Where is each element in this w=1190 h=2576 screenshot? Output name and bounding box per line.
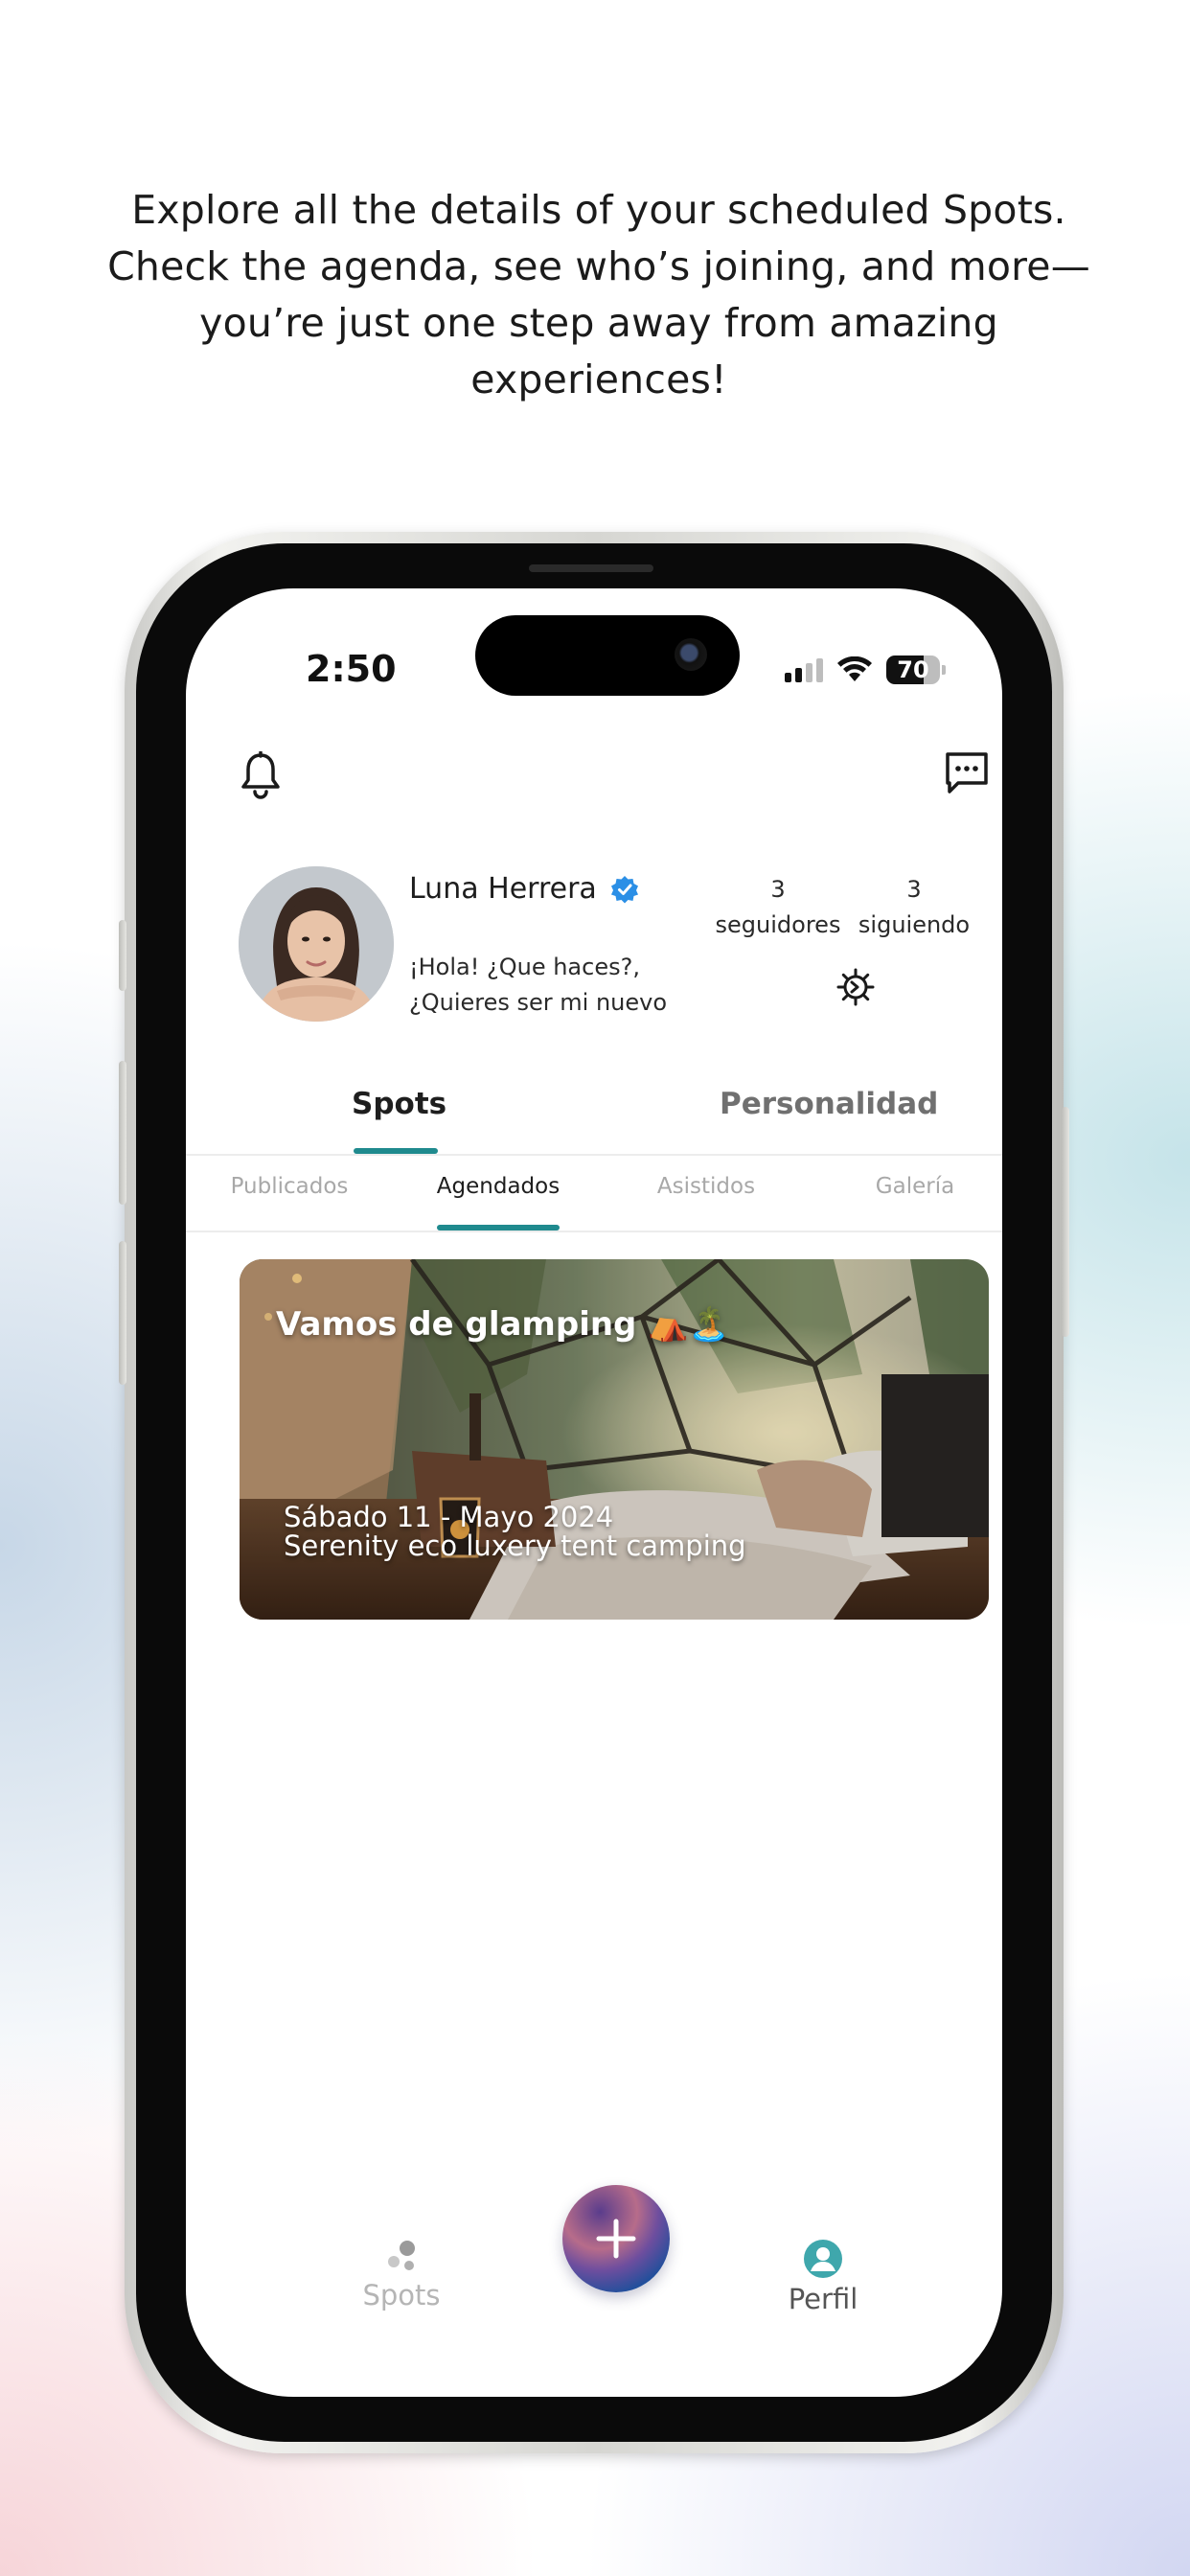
profile-bio: ¡Hola! ¿Que haces?, ¿Quieres ser mi nuev… [409,950,697,1021]
avatar[interactable] [239,866,394,1022]
followers-count: 3 [770,876,786,903]
status-time: 2:50 [306,648,397,690]
spots-icon [388,2241,415,2270]
front-camera [675,638,707,671]
following-stat[interactable]: 3 siguiendo [847,872,981,943]
app-screen: 2:50 70 Luna Herrera ¡Hola! ¿Que haces?,… [186,588,1002,2397]
spot-card-date: Sábado 11 - Mayo 2024 [284,1501,614,1533]
avatar-photo [239,866,394,1022]
volume-down-button [119,1241,126,1385]
gear-icon[interactable] [835,967,876,1007]
spot-card-title: Vamos de glamping ⛺🏝️ [276,1305,729,1344]
nav-spots-label: Spots [362,2279,441,2312]
following-count: 3 [906,876,922,903]
tab-personalidad[interactable]: Personalidad [720,1087,938,1121]
subtab-publicados[interactable]: Publicados [203,1174,376,1199]
profile-name: Luna Herrera [409,872,597,906]
spot-card[interactable]: Vamos de glamping ⛺🏝️ Sábado 11 - Mayo 2… [240,1259,989,1620]
cellular-signal-icon [785,657,823,682]
nav-profile[interactable]: Perfil [751,2239,895,2315]
nav-spots[interactable]: Spots [330,2239,473,2312]
nav-profile-label: Perfil [788,2283,858,2315]
phone-frame: 2:50 70 Luna Herrera ¡Hola! ¿Que haces?,… [119,532,1069,2453]
wifi-icon [837,656,872,681]
volume-up-button [119,1061,126,1205]
tab-spots[interactable]: Spots [352,1087,446,1121]
spot-card-place: Serenity eco luxery tent camping [284,1530,746,1562]
subtab-asistidos[interactable]: Asistidos [620,1174,792,1199]
subtab-galeria[interactable]: Galería [829,1174,1001,1199]
power-button [1062,1107,1069,1337]
profile-bio-line: ¿Quieres ser mi nuevo [409,989,668,1016]
followers-stat[interactable]: 3 seguidores [711,872,845,943]
dynamic-island [475,615,740,696]
earpiece-speaker [529,564,653,572]
followers-label: seguidores [715,911,841,938]
status-icons: 70 [785,656,946,684]
bell-icon[interactable] [239,751,283,799]
profile-icon [804,2240,842,2278]
phone-bezel: 2:50 70 Luna Herrera ¡Hola! ¿Que haces?,… [136,543,1052,2442]
add-spot-button[interactable] [562,2185,670,2292]
plus-icon [596,2219,636,2259]
mute-switch [119,920,126,991]
tabs-divider [186,1154,1002,1156]
verified-badge-icon [610,875,638,903]
profile-name-row: Luna Herrera [409,872,639,906]
battery-indicator: 70 [886,656,946,684]
following-label: siguiendo [858,911,971,938]
chat-icon[interactable] [943,749,991,797]
subtab-agendados[interactable]: Agendados [412,1174,584,1199]
battery-level: 70 [897,656,929,683]
promo-caption: Explore all the details of your schedule… [107,187,1090,402]
profile-bio-line: ¡Hola! ¿Que haces?, [409,954,640,980]
subtabs-divider [186,1230,1002,1232]
